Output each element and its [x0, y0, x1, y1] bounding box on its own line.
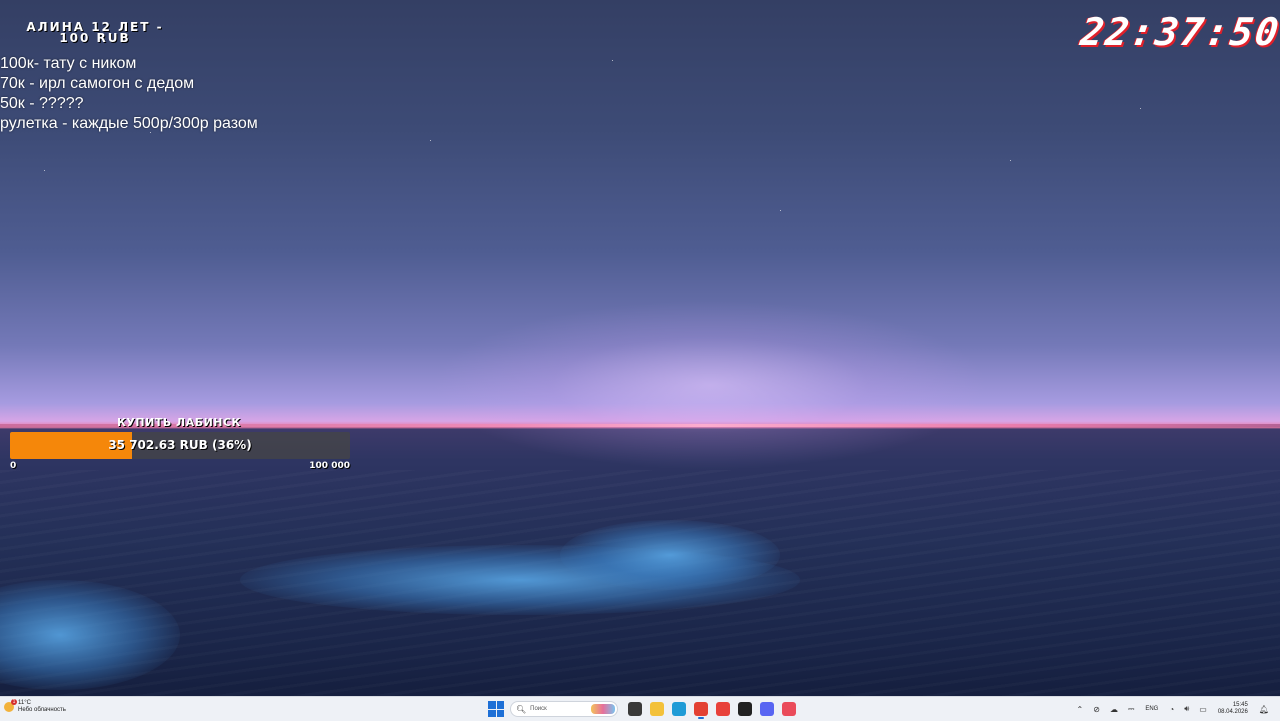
- taskbar-clock[interactable]: 15:45 08.04.2026: [1218, 702, 1248, 716]
- sky-glow: [430, 300, 990, 470]
- cloud-icon[interactable]: ☁: [1110, 705, 1118, 714]
- goal-item: 70к - ирл самогон с дедом: [0, 75, 195, 92]
- donation-goal: КУПИТЬ ЛАБИНСК 35 702.63 RUB (36%) 0 100…: [10, 416, 350, 471]
- star: [1140, 108, 1141, 109]
- donation-goal-label: КУПИТЬ ЛАБИНСК: [116, 416, 242, 429]
- goal-item: 100к- тату с ником: [0, 55, 137, 72]
- donation-min-label: 0: [10, 461, 17, 471]
- star: [612, 60, 613, 61]
- taskbar: 1 11°C Небо облачность 🔍︎ Поиск ⌃ ⊘ ☁ ⎓ …: [0, 696, 1280, 721]
- edge-icon[interactable]: [672, 702, 686, 716]
- start-button[interactable]: [488, 701, 504, 717]
- star: [430, 140, 431, 141]
- file-explorer-icon[interactable]: [650, 702, 664, 716]
- star: [44, 170, 45, 171]
- chevron-up-icon[interactable]: ⌃: [1077, 705, 1084, 714]
- taskbar-search[interactable]: 🔍︎ Поиск: [510, 701, 618, 717]
- system-tray: ⌃ ⊘ ☁ ⎓ ENG ◔ 🔊︎ ▭ 15:45 08.04.2026 🔔︎: [1072, 699, 1274, 719]
- search-highlight-icon: [591, 704, 615, 714]
- network-off-icon[interactable]: ⊘: [1093, 705, 1100, 714]
- star: [1010, 160, 1011, 161]
- weather-widget[interactable]: 1 11°C Небо облачность: [4, 699, 66, 714]
- wave-foam: [560, 520, 780, 590]
- yandex-browser-icon[interactable]: [716, 702, 730, 716]
- steam-icon[interactable]: [738, 702, 752, 716]
- notifications-icon[interactable]: 🔔︎: [1259, 705, 1269, 714]
- volume-icon[interactable]: 🔊︎: [1184, 704, 1189, 714]
- taskbar-time: 15:45: [1232, 702, 1248, 708]
- task-view-icon[interactable]: [628, 702, 642, 716]
- taskbar-apps: 🔍︎ Поиск: [488, 699, 800, 719]
- donation-max-label: 100 000: [309, 461, 350, 471]
- discord-icon[interactable]: [760, 702, 774, 716]
- star: [780, 210, 781, 211]
- windows-logo-icon: [488, 701, 496, 709]
- donation-progress-text: 35 702.63 RUB (36%): [108, 438, 252, 452]
- weather-icon: 1: [4, 699, 17, 712]
- stream-title: АЛИНА 12 ЛЕТ - 100 RUB: [0, 21, 190, 45]
- clock: 22:37:50: [1077, 10, 1280, 54]
- usb-icon[interactable]: ⎓: [1128, 704, 1134, 714]
- donation-progress-bar: 35 702.63 RUB (36%): [10, 432, 350, 459]
- donation-scale: 0 100 000: [10, 461, 350, 471]
- goal-item: 50к - ?????: [0, 95, 84, 112]
- chrome-icon[interactable]: [694, 702, 708, 719]
- search-placeholder: Поиск: [530, 706, 547, 712]
- language-indicator[interactable]: ENG: [1145, 706, 1158, 712]
- goals-list: 100к- тату с ником 70к - ирл самогон с д…: [0, 54, 258, 134]
- stream-title-line2: 100 RUB: [59, 31, 131, 45]
- taskbar-date: 08.04.2026: [1217, 709, 1248, 715]
- battery-icon[interactable]: ▭: [1199, 705, 1207, 714]
- goal-item: рулетка - каждые 500р/300р разом: [0, 115, 258, 132]
- weather-desc: Небо облачность: [18, 707, 66, 713]
- search-icon: 🔍︎: [516, 704, 527, 714]
- wifi-icon[interactable]: ◔: [1169, 705, 1174, 714]
- weather-alert-badge: 1: [11, 699, 17, 705]
- telegram-icon[interactable]: [782, 702, 796, 716]
- weather-temp: 11°C: [18, 700, 31, 706]
